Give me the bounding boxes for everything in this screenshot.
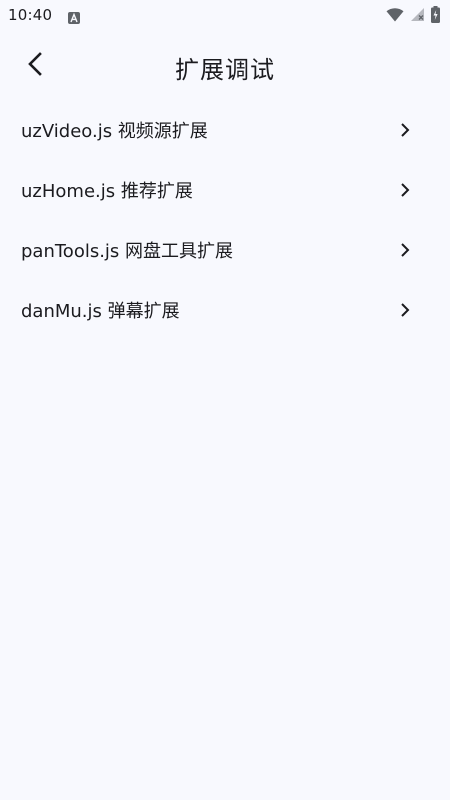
a-notification-icon: [68, 9, 80, 24]
battery-charging-icon: [431, 5, 440, 27]
status-time: 10:40: [8, 6, 53, 24]
chevron-right-icon: [398, 121, 412, 139]
app-bar: 扩展调试: [0, 32, 450, 100]
list-item-uzhome[interactable]: uzHome.js 推荐扩展: [0, 160, 450, 220]
chevron-right-icon: [398, 241, 412, 259]
status-icons: [386, 5, 440, 27]
list-item-label: panTools.js 网盘工具扩展: [21, 241, 234, 262]
list-item-label: uzHome.js 推荐扩展: [21, 181, 193, 202]
extension-list: uzVideo.js 视频源扩展 uzHome.js 推荐扩展 panTools…: [0, 100, 450, 340]
status-bar: 10:40: [0, 0, 450, 32]
list-item-pantools[interactable]: panTools.js 网盘工具扩展: [0, 220, 450, 280]
list-item-label: uzVideo.js 视频源扩展: [21, 121, 208, 142]
list-item-label: danMu.js 弹幕扩展: [21, 301, 180, 322]
chevron-right-icon: [398, 181, 412, 199]
list-item-danmu[interactable]: danMu.js 弹幕扩展: [0, 280, 450, 340]
page-title: 扩展调试: [175, 56, 275, 84]
cell-signal-icon: [410, 7, 425, 26]
wifi-icon: [386, 7, 404, 26]
list-item-uzvideo[interactable]: uzVideo.js 视频源扩展: [0, 100, 450, 160]
chevron-right-icon: [398, 301, 412, 319]
